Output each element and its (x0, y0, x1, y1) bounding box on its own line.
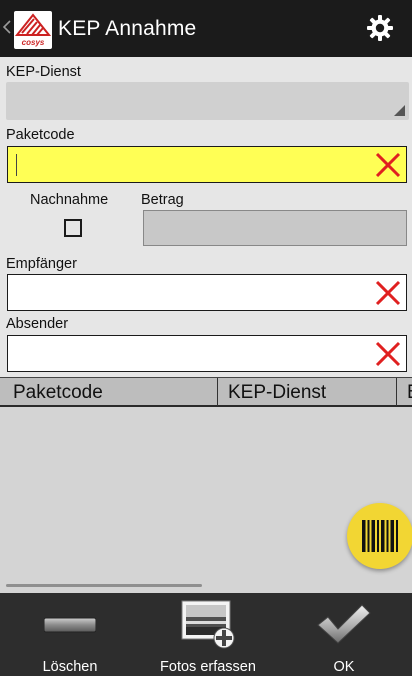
nachnahme-checkbox[interactable] (64, 219, 82, 237)
clear-icon[interactable] (374, 279, 402, 307)
app-logo: cosys (14, 11, 52, 49)
capture-photos-button[interactable]: Fotos erfassen (140, 593, 276, 676)
paketcode-label: Paketcode (6, 127, 75, 143)
bottom-action-bar: Löschen Fotos erfassen OK (0, 593, 412, 676)
scan-barcode-button[interactable] (347, 503, 412, 569)
betrag-label: Betrag (141, 192, 184, 208)
clear-icon[interactable] (374, 340, 402, 368)
horizontal-scrollbar[interactable] (6, 584, 202, 587)
app-header: cosys KEP Annahme (0, 0, 412, 57)
delete-button[interactable]: Löschen (0, 593, 140, 676)
column-header-partial[interactable]: B (396, 378, 412, 406)
svg-text:cosys: cosys (22, 38, 45, 47)
dropdown-triangle-icon (394, 105, 405, 116)
table-header: Paketcode KEP-Dienst B (0, 377, 412, 407)
chevron-left-icon[interactable] (3, 20, 11, 34)
column-header-kep-dienst[interactable]: KEP-Dienst (217, 378, 395, 406)
clear-icon[interactable] (374, 151, 402, 179)
delete-label: Löschen (42, 659, 98, 675)
barcode-icon (362, 520, 398, 552)
column-header-paketcode[interactable]: Paketcode (13, 378, 213, 406)
text-cursor (16, 154, 17, 176)
kep-dienst-label: KEP-Dienst (6, 64, 81, 80)
kep-form: KEP-Dienst Paketcode Nachnahme Betrag Em… (0, 57, 412, 377)
minus-icon (44, 617, 96, 633)
gear-icon[interactable] (366, 14, 394, 42)
add-photo-icon (181, 600, 235, 649)
ok-label: OK (333, 659, 355, 675)
nachnahme-label: Nachnahme (30, 192, 109, 208)
empfaenger-input[interactable] (7, 274, 407, 311)
capture-photos-label: Fotos erfassen (160, 659, 256, 675)
ok-button[interactable]: OK (276, 593, 412, 676)
checkmark-icon (317, 604, 371, 644)
empfaenger-label: Empfänger (6, 256, 77, 272)
kep-dienst-dropdown[interactable] (6, 82, 409, 120)
paketcode-input[interactable] (7, 146, 407, 183)
absender-label: Absender (6, 316, 69, 332)
absender-input[interactable] (7, 335, 407, 372)
page-title: KEP Annahme (58, 17, 197, 40)
betrag-field (143, 210, 407, 246)
